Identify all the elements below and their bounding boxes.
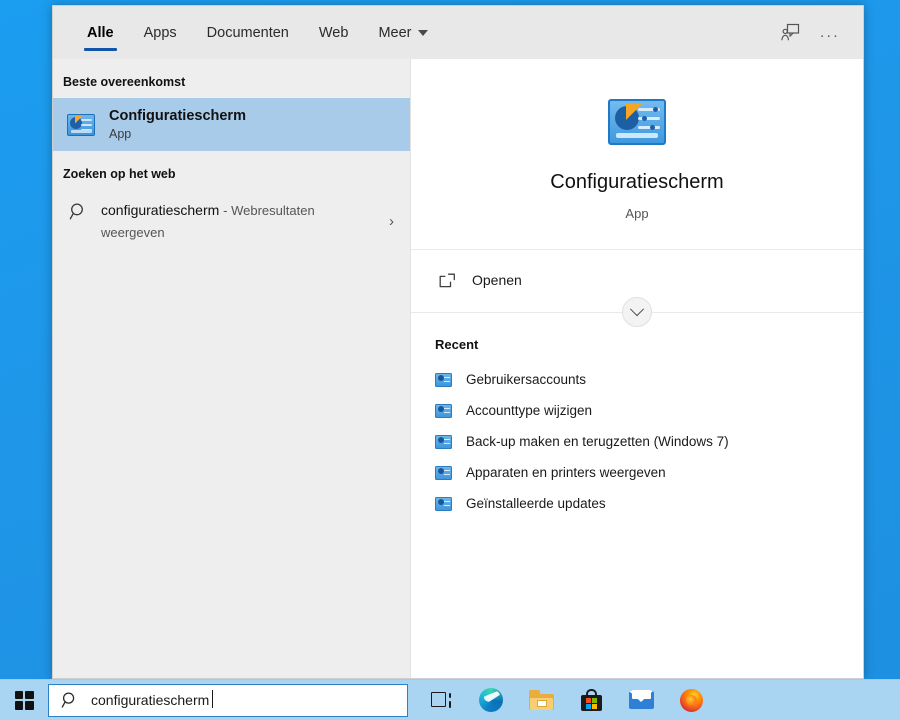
more-options-icon[interactable]: ... [813, 16, 847, 50]
web-result-item[interactable]: configuratiescherm - Webresultaten weerg… [53, 190, 410, 252]
control-panel-item-icon [435, 435, 452, 449]
feedback-icon[interactable] [773, 16, 807, 50]
taskbar-app-firefox[interactable] [666, 680, 716, 720]
search-results-body: Beste overeenkomst Configuratiescherm Ap… [53, 59, 863, 678]
control-panel-item-icon [435, 404, 452, 418]
tab-meer-label: Meer [378, 25, 411, 41]
best-match-heading: Beste overeenkomst [53, 69, 410, 98]
result-item-subtitle: App [109, 127, 246, 141]
chevron-right-icon[interactable]: › [389, 213, 400, 230]
tab-web-label: Web [319, 25, 349, 41]
control-panel-icon [608, 99, 666, 145]
page-title: Configuratiescherm [411, 171, 863, 194]
tab-web[interactable]: Web [304, 6, 364, 59]
result-item-configuratiescherm[interactable]: Configuratiescherm App [53, 98, 410, 151]
expand-chevron-button[interactable] [622, 297, 652, 327]
list-item[interactable]: Accounttype wijzigen [411, 395, 863, 426]
list-item[interactable]: Back-up maken en terugzetten (Windows 7) [411, 426, 863, 457]
mail-icon [629, 691, 654, 709]
tabbar-actions: ... [773, 6, 863, 59]
task-view-icon [431, 692, 451, 709]
search-input-value: configuratiescherm [91, 692, 209, 708]
web-result-text: configuratiescherm - Webresultaten weerg… [101, 199, 376, 243]
tab-apps-label: Apps [144, 25, 177, 41]
open-external-icon [439, 273, 456, 288]
list-item-label: Apparaten en printers weergeven [466, 465, 666, 480]
control-panel-item-icon [435, 373, 452, 387]
taskbar-app-edge[interactable] [466, 680, 516, 720]
search-icon [61, 691, 79, 709]
search-flyout-panel: Alle Apps Documenten Web Meer [52, 5, 864, 679]
search-icon [69, 199, 88, 221]
start-button[interactable] [0, 680, 48, 720]
tab-alle-label: Alle [87, 25, 114, 41]
list-item[interactable]: Geïnstalleerde updates [411, 488, 863, 519]
action-openen[interactable]: Openen [411, 268, 863, 292]
microsoft-store-icon [581, 689, 602, 711]
tab-alle[interactable]: Alle [72, 6, 129, 59]
file-explorer-icon [529, 690, 554, 710]
list-item-label: Back-up maken en terugzetten (Windows 7) [466, 434, 729, 449]
list-item-label: Geïnstalleerde updates [466, 496, 606, 511]
action-openen-label: Openen [472, 272, 522, 288]
list-item-label: Gebruikersaccounts [466, 372, 586, 387]
detail-hero: Configuratiescherm App [411, 59, 863, 250]
result-item-title: Configuratiescherm [109, 108, 246, 124]
search-tabbar: Alle Apps Documenten Web Meer [53, 6, 863, 59]
tab-apps[interactable]: Apps [129, 6, 192, 59]
taskbar-app-mail[interactable] [616, 680, 666, 720]
more-options-glyph: ... [820, 25, 840, 40]
taskbar-app-explorer[interactable] [516, 680, 566, 720]
chevron-down-icon [418, 30, 428, 36]
task-view-button[interactable] [416, 680, 466, 720]
taskbar-app-list [408, 680, 716, 720]
microsoft-edge-icon [479, 688, 503, 712]
firefox-icon [680, 689, 703, 712]
web-search-heading: Zoeken op het web [53, 151, 410, 190]
page-subtitle: App [411, 206, 863, 221]
search-input[interactable]: configuratiescherm [48, 684, 408, 717]
list-item[interactable]: Apparaten en printers weergeven [411, 457, 863, 488]
tab-meer[interactable]: Meer [363, 6, 443, 59]
control-panel-item-icon [435, 497, 452, 511]
chevron-down-icon [630, 302, 644, 316]
taskbar: configuratiescherm [0, 679, 900, 720]
control-panel-icon [67, 114, 95, 136]
detail-actions: Openen [411, 250, 863, 313]
app-detail-pane: Configuratiescherm App Openen [411, 59, 863, 678]
list-item[interactable]: Gebruikersaccounts [411, 364, 863, 395]
recent-heading: Recent [411, 337, 863, 364]
control-panel-item-icon [435, 466, 452, 480]
search-results-list: Beste overeenkomst Configuratiescherm Ap… [53, 59, 411, 678]
tab-documenten-label: Documenten [207, 25, 289, 41]
result-item-text: Configuratiescherm App [109, 108, 246, 141]
recent-section: Recent Gebruikersaccounts Accounttype wi… [411, 313, 863, 678]
list-item-label: Accounttype wijzigen [466, 403, 592, 418]
windows-logo-icon [15, 691, 34, 710]
tab-list: Alle Apps Documenten Web Meer [53, 6, 443, 59]
web-result-query: configuratiescherm [101, 202, 219, 218]
tab-documenten[interactable]: Documenten [192, 6, 304, 59]
taskbar-app-store[interactable] [566, 680, 616, 720]
